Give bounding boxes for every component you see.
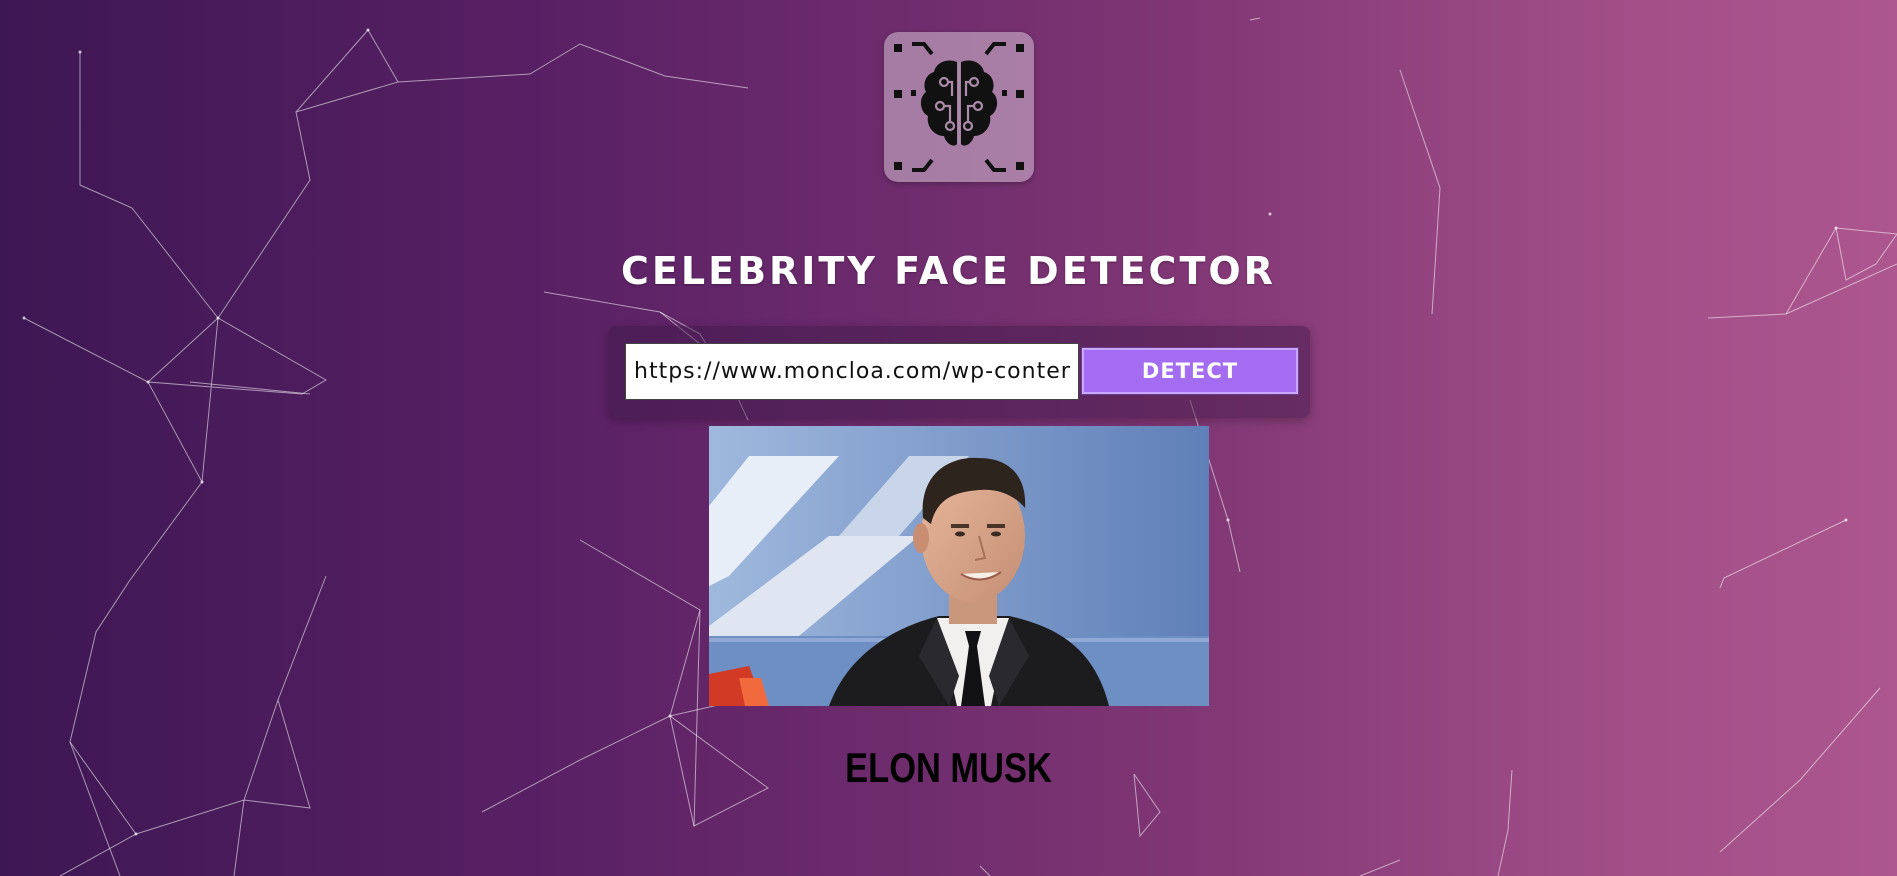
page-title: CELEBRITY FACE DETECTOR <box>621 249 1276 293</box>
image-url-input[interactable] <box>625 343 1079 400</box>
logo <box>884 32 1034 182</box>
celebrity-photo <box>709 426 1209 706</box>
celebrity-name: ELON MUSK <box>845 744 1052 791</box>
brain-circuit-icon <box>894 42 1024 172</box>
detect-button[interactable]: DETECT <box>1081 347 1299 395</box>
url-form: DETECT <box>608 326 1310 418</box>
